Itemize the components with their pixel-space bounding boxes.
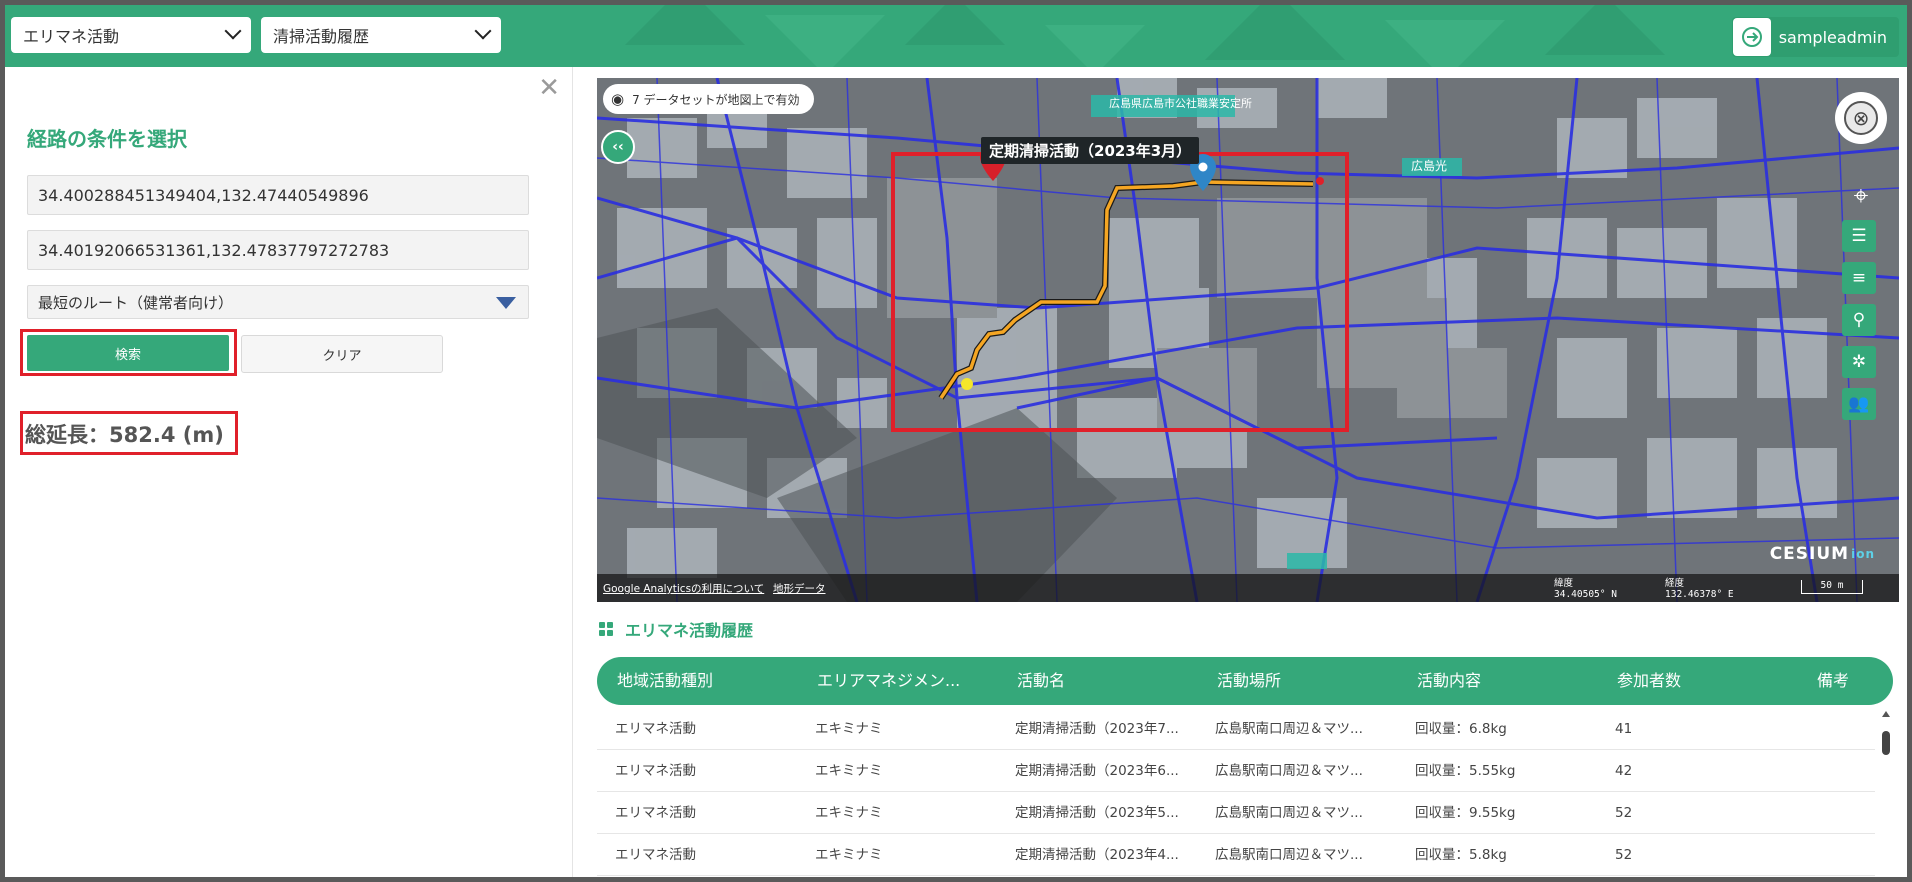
cell-type: エリマネ活動	[615, 805, 696, 821]
scroll-thumb[interactable]	[1882, 731, 1890, 755]
compass-icon: ⊗	[1844, 101, 1878, 135]
chevron-down-icon	[224, 22, 242, 40]
cell-area: エキミナミ	[815, 763, 883, 779]
place-label: 広島県広島市公社職業安定所	[1109, 97, 1252, 110]
cell-content: 回収量：9.55kg	[1415, 805, 1516, 821]
table-row[interactable]: エリマネ活動 エキミナミ 定期清掃活動（2023年4... 広島駅南口周辺＆マツ…	[597, 834, 1875, 876]
chevron-down-icon	[474, 22, 492, 40]
dataset-status-chip[interactable]: ◉ 7 データセットが地図上で有効	[603, 84, 814, 114]
header-pattern	[1545, 5, 1665, 55]
header-pattern	[1045, 25, 1145, 67]
column-header[interactable]: 活動内容	[1417, 657, 1481, 705]
dataset-status-text: 7 データセットが地図上で有効	[632, 92, 800, 107]
cell-participants: 52	[1615, 847, 1633, 863]
route-type-select[interactable]: 最短のルート（健常者向け）	[27, 285, 529, 319]
category-select[interactable]: エリマネ活動	[11, 17, 251, 53]
table-header: 地域活動種別 エリアマネジメン... 活動名 活動場所 活動内容 参加者数 備考	[597, 657, 1893, 705]
end-coordinate-input[interactable]: 34.40192066531361,132.47837797272783	[27, 230, 529, 270]
cell-participants: 52	[1615, 805, 1633, 821]
route-type-value: 最短のルート（健常者向け）	[38, 293, 234, 312]
latitude-readout: 緯度 34.40505° N	[1554, 578, 1617, 600]
terrain-data-link[interactable]: 地形データ	[773, 581, 826, 596]
cell-place: 広島駅南口周辺＆マツ...	[1215, 721, 1363, 737]
header-pattern	[625, 5, 745, 45]
cell-type: エリマネ活動	[615, 847, 696, 863]
column-header[interactable]: 参加者数	[1617, 657, 1681, 705]
username: sampleadmin	[1778, 27, 1887, 47]
column-header[interactable]: エリアマネジメン...	[817, 657, 960, 705]
column-header[interactable]: 活動名	[1017, 657, 1065, 705]
cell-activity: 定期清掃活動（2023年4...	[1015, 847, 1179, 863]
dataset-select[interactable]: 清掃活動履歴	[261, 17, 501, 53]
cell-activity: 定期清掃活動（2023年6...	[1015, 763, 1179, 779]
cell-participants: 41	[1615, 721, 1633, 737]
broadcast-icon: ◉	[611, 90, 625, 108]
app-window: エリマネ活動 清掃活動履歴 sampleadmin ✕ 経路の条件を選択 34.…	[5, 5, 1907, 877]
top-bar: エリマネ活動 清掃活動履歴 sampleadmin	[5, 5, 1907, 67]
network-icon[interactable]: ✲	[1842, 346, 1876, 378]
search-button[interactable]: 検索	[27, 335, 229, 371]
table-row[interactable]: エリマネ活動 エキミナミ 定期清掃活動（2023年5... 広島駅南口周辺＆マツ…	[597, 792, 1875, 834]
list-icon[interactable]: ≡	[1842, 262, 1876, 294]
cell-content: 回収量：6.8kg	[1415, 721, 1507, 737]
analytics-link[interactable]: Google Analyticsの利用について	[603, 581, 764, 596]
total-length: 総延長：582.4 (m)	[25, 423, 224, 447]
header-pattern	[1205, 5, 1345, 60]
locate-icon[interactable]: ⌖	[1845, 180, 1877, 212]
longitude-readout: 経度 132.46378° E	[1665, 578, 1734, 600]
column-header[interactable]: 地域活動種別	[617, 657, 713, 705]
cell-participants: 42	[1615, 763, 1633, 779]
place-label: 広島光	[1411, 159, 1448, 173]
route-panel: ✕ 経路の条件を選択 34.400288451349404,132.474405…	[5, 67, 573, 877]
cesium-brand: CESIUM	[1769, 544, 1850, 564]
cell-area: エキミナミ	[815, 805, 883, 821]
grid-icon	[599, 622, 613, 636]
cell-area: エキミナミ	[815, 721, 883, 737]
map-view[interactable]: ◉ 7 データセットが地図上で有効 ‹‹ 定期清掃活動（2023年3月） 広島県…	[597, 78, 1899, 602]
cesium-logo: CESIUM ion	[1770, 544, 1875, 564]
scale-bar: 50 m	[1801, 580, 1863, 594]
column-header[interactable]: 活動場所	[1217, 657, 1281, 705]
start-coordinate-input[interactable]: 34.400288451349404,132.47440549896	[27, 175, 529, 215]
category-select-value: エリマネ活動	[23, 27, 120, 46]
cell-activity: 定期清掃活動（2023年7...	[1015, 721, 1179, 737]
clear-button[interactable]: クリア	[241, 335, 443, 373]
cell-content: 回収量：5.55kg	[1415, 763, 1516, 779]
map-footer: Google Analyticsの利用について 地形データ 緯度 34.4050…	[597, 574, 1899, 602]
cell-place: 広島駅南口周辺＆マツ...	[1215, 763, 1363, 779]
group-icon[interactable]: 👥	[1842, 388, 1876, 420]
collapse-panel-button[interactable]: ‹‹	[601, 130, 635, 164]
header-pattern	[1385, 20, 1505, 67]
cell-place: 広島駅南口周辺＆マツ...	[1215, 847, 1363, 863]
history-title-text: エリマネ活動履歴	[625, 621, 754, 640]
cell-type: エリマネ活動	[615, 763, 696, 779]
filter-icon[interactable]: ☰	[1842, 220, 1876, 252]
table-row[interactable]: エリマネ活動 エキミナミ 定期清掃活動（2023年6... 広島駅南口周辺＆マツ…	[597, 750, 1875, 792]
compass-control[interactable]: ⊗	[1835, 92, 1887, 144]
cell-content: 回収量：5.8kg	[1415, 847, 1507, 863]
cell-type: エリマネ活動	[615, 721, 696, 737]
scroll-up-icon[interactable]	[1882, 711, 1890, 717]
dropdown-arrow-icon	[496, 297, 516, 309]
route-panel-title: 経路の条件を選択	[27, 127, 187, 151]
user-menu-button[interactable]: sampleadmin	[1731, 17, 1899, 57]
activity-label: 定期清掃活動（2023年3月）	[981, 137, 1200, 164]
history-section-title: エリマネ活動履歴	[599, 617, 753, 641]
header-pattern	[905, 5, 1005, 45]
cesium-brand-suffix: ion	[1851, 547, 1875, 561]
table-row[interactable]: エリマネ活動 エキミナミ 定期清掃活動（2023年7... 広島駅南口周辺＆マツ…	[597, 708, 1875, 750]
cell-area: エキミナミ	[815, 847, 883, 863]
map-canvas[interactable]	[597, 78, 1899, 602]
dataset-select-value: 清掃活動履歴	[273, 27, 370, 46]
cell-activity: 定期清掃活動（2023年5...	[1015, 805, 1179, 821]
column-header[interactable]: 備考	[1817, 657, 1849, 705]
search-icon[interactable]: ⚲	[1842, 304, 1876, 336]
header-pattern	[765, 15, 885, 67]
logout-icon	[1732, 18, 1771, 56]
cell-place: 広島駅南口周辺＆マツ...	[1215, 805, 1363, 821]
table-scrollbar[interactable]	[1881, 711, 1891, 877]
close-icon[interactable]: ✕	[538, 75, 560, 101]
